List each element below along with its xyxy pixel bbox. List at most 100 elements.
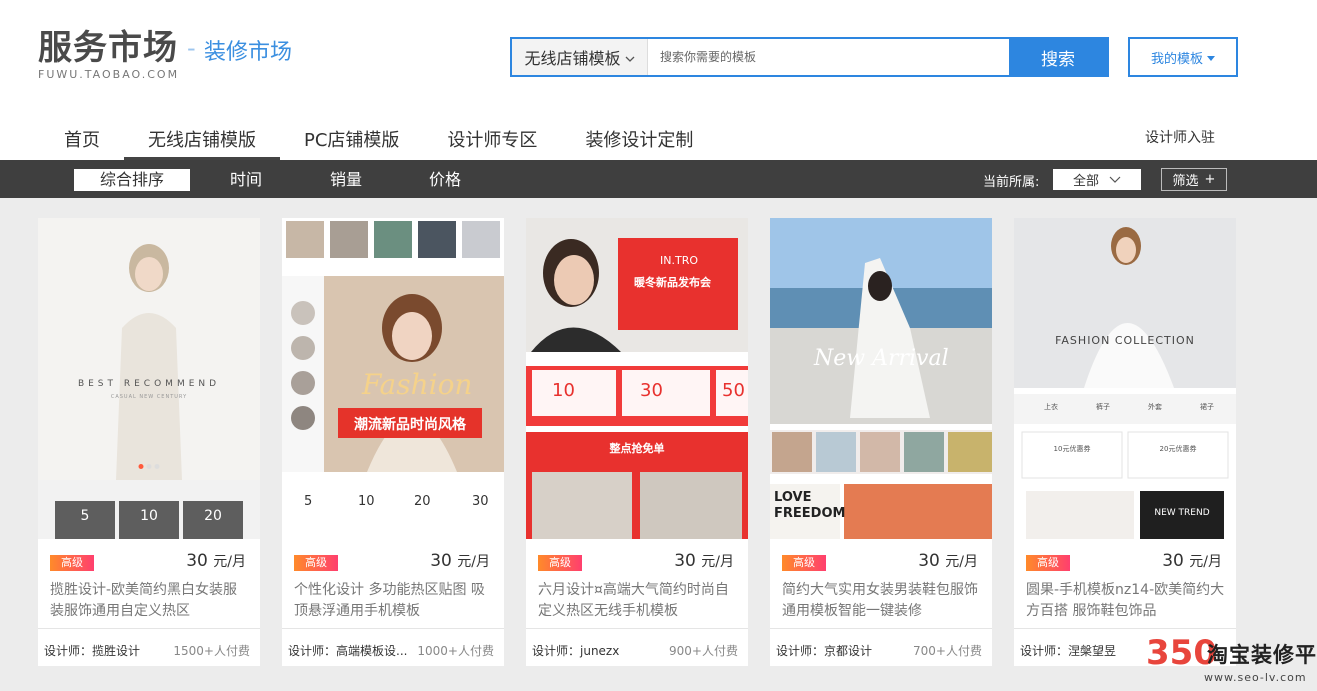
- template-card[interactable]: Fashion 潮流新品时尚风格 5 10 20 30 高级 30 元/月 个性…: [282, 218, 504, 666]
- sort-bar: 综合排序 时间 销量 价格 当前所属: 全部 筛选 +: [0, 160, 1317, 198]
- preview-coupon-3: 50: [722, 380, 745, 401]
- preview-coupon-2: 30: [640, 380, 663, 401]
- nav-item-mobile-templates[interactable]: 无线店铺模版: [124, 112, 280, 160]
- card-footer: 设计师：揽胜设计 1500+人付费: [38, 628, 260, 666]
- preview-cat-2: 裤子: [1096, 403, 1110, 411]
- sort-sales[interactable]: 销量: [306, 169, 386, 191]
- search-category-select[interactable]: 无线店铺模板: [512, 39, 648, 75]
- belong-select[interactable]: 全部: [1053, 169, 1141, 190]
- designer-name[interactable]: 设计师：涅槃望昱: [1020, 642, 1116, 659]
- sort-time[interactable]: 时间: [206, 169, 286, 191]
- level-badge: 高级: [538, 555, 582, 571]
- filter-label: 筛选: [1172, 174, 1199, 189]
- preview-subline: CASUAL NEW CENTURY: [110, 394, 188, 400]
- buyer-count: 1000+人付费: [417, 644, 494, 658]
- template-title[interactable]: 个性化设计 多功能热区贴图 吸顶悬浮通用手机模板: [294, 580, 494, 622]
- buyer-count: 700+人付费: [913, 644, 982, 658]
- template-card[interactable]: New Arrival LOVE FREEDOM 高级 30 元/月 简约大气实…: [770, 218, 992, 666]
- nav-item-pc-templates[interactable]: PC店铺模版: [280, 112, 423, 160]
- price-value: 30: [430, 551, 452, 571]
- preview-brand: IN.TRO: [660, 254, 698, 267]
- level-badge: 高级: [1026, 555, 1070, 571]
- card-footer: 设计师：高端模板设... 1000+人付费: [282, 628, 504, 666]
- nav-item-custom-design[interactable]: 装修设计定制: [561, 112, 717, 160]
- card-footer: 设计师：京都设计 700+人付费: [770, 628, 992, 666]
- designer-name[interactable]: 设计师：揽胜设计: [44, 642, 140, 659]
- price-value: 30: [674, 551, 696, 571]
- preview-coupon-1: 10: [552, 380, 575, 401]
- level-badge: 高级: [294, 555, 338, 571]
- search-box: 无线店铺模板 搜索: [510, 37, 1109, 77]
- my-templates-button[interactable]: 我的模板: [1128, 37, 1238, 77]
- search-button[interactable]: 搜索: [1009, 39, 1107, 75]
- price-value: 30: [1162, 551, 1184, 571]
- preview-banner: 潮流新品时尚风格: [354, 417, 466, 433]
- buyer-count: 900+人付费: [669, 644, 738, 658]
- buyer-count: 1500+人付费: [173, 644, 250, 658]
- template-preview-image[interactable]: BEST RECOMMEND CASUAL NEW CENTURY 5 10 2…: [38, 218, 260, 539]
- nav-item-designer-zone[interactable]: 设计师专区: [423, 112, 561, 160]
- logo-subtitle: FUWU.TAOBAO.COM: [38, 68, 180, 81]
- preview-headline: Fashion: [362, 368, 473, 401]
- logo-dash: -: [187, 34, 196, 62]
- card-footer: 设计师：junezx 900+人付费: [526, 628, 748, 666]
- preview-cat-4: 裙子: [1200, 403, 1214, 411]
- search-category-label: 无线店铺模板: [524, 49, 621, 68]
- template-card[interactable]: IN.TRO 暖冬新品发布会 10 30 50 整点抢免单 高级 30 元/月 …: [526, 218, 748, 666]
- preview-banner: LOVE FREEDOM: [774, 490, 846, 521]
- caret-down-icon: [1207, 50, 1215, 65]
- sort-comprehensive[interactable]: 综合排序: [74, 169, 190, 191]
- preview-tile-2: 10: [119, 501, 179, 539]
- template-title[interactable]: 揽胜设计-欧美简约黑白女装服装服饰通用自定义热区: [50, 580, 250, 622]
- sort-price[interactable]: 价格: [405, 169, 485, 191]
- template-grid: BEST RECOMMEND CASUAL NEW CENTURY 5 10 2…: [38, 218, 1237, 666]
- template-preview-image[interactable]: Fashion 潮流新品时尚风格 5 10 20 30: [282, 218, 504, 539]
- preview-coupon-4: 30: [472, 494, 489, 509]
- carousel-dots: [138, 464, 160, 469]
- price-unit: 元/月: [457, 554, 490, 570]
- template-title[interactable]: 圆果-手机模板nz14-欧美简约大方百搭 服饰鞋包饰品: [1026, 580, 1226, 622]
- preview-banner: NEW TREND: [1154, 508, 1210, 518]
- template-preview-image[interactable]: New Arrival LOVE FREEDOM: [770, 218, 992, 539]
- template-card[interactable]: BEST RECOMMEND CASUAL NEW CENTURY 5 10 2…: [38, 218, 260, 666]
- price: 30 元/月: [918, 551, 978, 571]
- watermark-text: 淘宝装修平台: [1207, 643, 1317, 667]
- designer-name[interactable]: 设计师：京都设计: [776, 642, 872, 659]
- template-title[interactable]: 六月设计¤高端大气简约时尚自定义热区无线手机模板: [538, 580, 738, 622]
- designer-join-link[interactable]: 设计师入驻: [1145, 127, 1215, 147]
- level-badge: 高级: [782, 555, 826, 571]
- nav-item-home[interactable]: 首页: [40, 112, 124, 160]
- price-unit: 元/月: [213, 554, 246, 570]
- designer-name[interactable]: 设计师：高端模板设...: [288, 642, 407, 659]
- preview-coupon-1: 5: [304, 494, 313, 509]
- chevron-down-icon: [1109, 172, 1121, 187]
- header: 服务市场 FUWU.TAOBAO.COM - 装修市场 无线店铺模板 搜索 我的…: [0, 0, 1317, 160]
- search-input[interactable]: [648, 39, 1009, 75]
- price: 30 元/月: [674, 551, 734, 571]
- preview-headline: 暖冬新品发布会: [634, 276, 711, 289]
- price-unit: 元/月: [701, 554, 734, 570]
- template-preview-image[interactable]: FASHION COLLECTION 上衣 裤子 外套 裙子 10元优惠券 20…: [1014, 218, 1236, 539]
- filter-button[interactable]: 筛选 +: [1161, 168, 1227, 191]
- preview-tile-3: 20: [183, 501, 243, 539]
- belong-label: 当前所属:: [983, 175, 1040, 190]
- preview-coupon-2: 20元优惠券: [1159, 445, 1197, 453]
- preview-coupon-2: 10: [358, 494, 375, 509]
- template-title[interactable]: 简约大气实用女装男装鞋包服饰通用模板智能一键装修: [782, 580, 982, 622]
- designer-name[interactable]: 设计师：junezx: [532, 642, 619, 659]
- preview-tile-1: 5: [55, 501, 115, 539]
- preview-sale: 整点抢免单: [609, 442, 665, 455]
- preview-cat-1: 上衣: [1044, 403, 1058, 411]
- logo[interactable]: 服务市场 FUWU.TAOBAO.COM: [38, 30, 179, 81]
- my-templates-label: 我的模板: [1150, 51, 1203, 67]
- preview-coupon-3: 20: [414, 494, 431, 509]
- preview-cat-3: 外套: [1148, 403, 1162, 411]
- price-value: 30: [918, 551, 940, 571]
- preview-headline: BEST RECOMMEND: [77, 379, 221, 389]
- price-unit: 元/月: [1189, 554, 1222, 570]
- price-value: 30: [186, 551, 208, 571]
- template-card[interactable]: FASHION COLLECTION 上衣 裤子 外套 裙子 10元优惠券 20…: [1014, 218, 1236, 666]
- template-preview-image[interactable]: IN.TRO 暖冬新品发布会 10 30 50 整点抢免单: [526, 218, 748, 539]
- logo-tag[interactable]: 装修市场: [204, 34, 292, 66]
- price: 30 元/月: [186, 551, 246, 571]
